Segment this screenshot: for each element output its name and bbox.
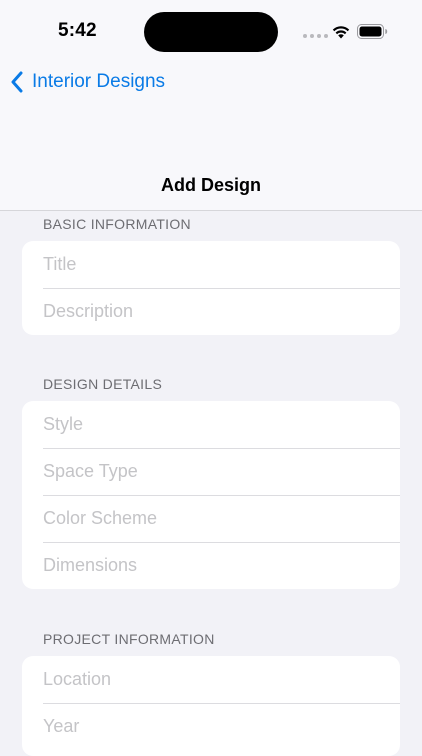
dimensions-field[interactable] bbox=[43, 555, 400, 576]
color-scheme-field[interactable] bbox=[43, 508, 400, 529]
project-information-group bbox=[22, 656, 400, 756]
section-header-basic-information: BASIC INFORMATION bbox=[43, 216, 191, 232]
list-item bbox=[22, 401, 400, 448]
status-bar: 5:42 bbox=[0, 0, 422, 60]
dynamic-island bbox=[144, 12, 278, 52]
list-item bbox=[22, 241, 400, 288]
basic-information-group bbox=[22, 241, 400, 335]
design-details-group bbox=[22, 401, 400, 589]
back-button-label: Interior Designs bbox=[32, 71, 166, 92]
list-item bbox=[22, 542, 400, 589]
list-item bbox=[22, 448, 400, 495]
form-content[interactable]: BASIC INFORMATION DESIGN DETAILS PROJECT… bbox=[0, 211, 422, 756]
status-time: 5:42 bbox=[58, 20, 97, 41]
list-item bbox=[22, 703, 400, 750]
description-field[interactable] bbox=[43, 301, 400, 322]
navigation-bar: 5:42 Interior Designs Add Design bbox=[0, 0, 422, 211]
section-header-project-information: PROJECT INFORMATION bbox=[43, 631, 215, 647]
list-item bbox=[22, 656, 400, 703]
back-button[interactable]: Interior Designs bbox=[10, 68, 165, 96]
space-type-field[interactable] bbox=[43, 461, 400, 482]
list-item bbox=[22, 495, 400, 542]
signal-icon bbox=[303, 34, 328, 38]
style-field[interactable] bbox=[43, 414, 400, 435]
location-field[interactable] bbox=[43, 669, 400, 690]
wifi-icon bbox=[332, 26, 350, 39]
battery-icon bbox=[357, 24, 388, 39]
title-field[interactable] bbox=[43, 254, 400, 275]
page-title: Add Design bbox=[160, 175, 261, 195]
chevron-left-icon bbox=[11, 71, 23, 93]
list-item bbox=[22, 288, 400, 335]
year-field[interactable] bbox=[43, 716, 400, 737]
section-header-design-details: DESIGN DETAILS bbox=[43, 376, 163, 392]
